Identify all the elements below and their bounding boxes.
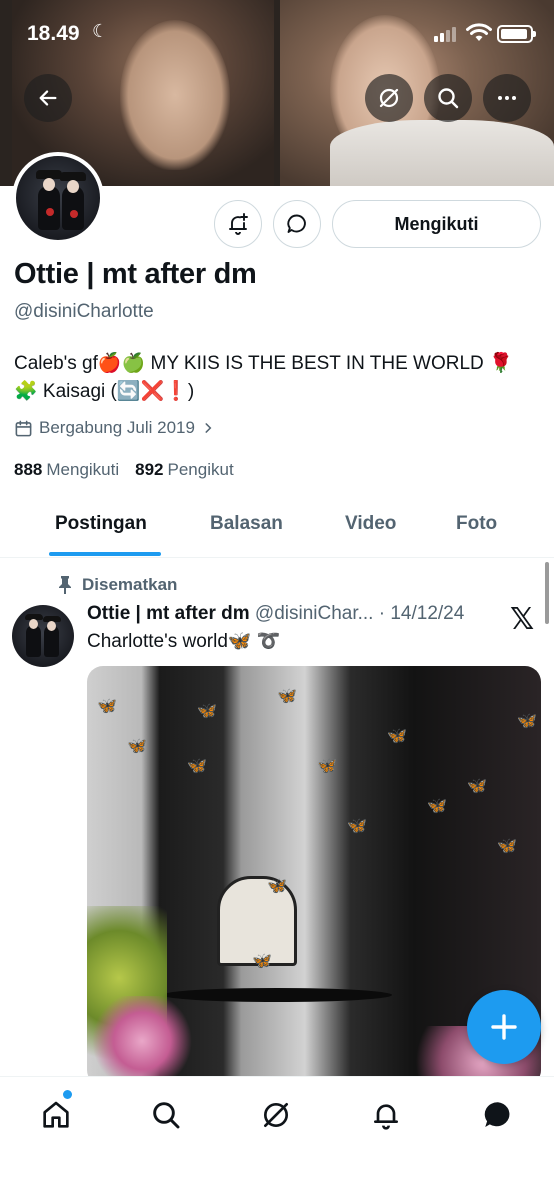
avatar-accent-right: [70, 210, 78, 218]
compose-button[interactable]: [467, 990, 541, 1064]
butterfly-icon: 🦋: [387, 728, 407, 745]
focus-moon-icon: ☾: [92, 21, 109, 41]
status-time: 18.49: [27, 22, 80, 45]
butterfly-icon: 🦋: [427, 798, 447, 815]
butterfly-icon: 🦋: [317, 758, 337, 775]
post-avatar-figure-left: [26, 625, 41, 657]
search-button[interactable]: [424, 74, 472, 122]
post-header: Ottie | mt after dm @disiniChar... · 14/…: [87, 603, 464, 625]
butterfly-icon: 🦋: [277, 688, 297, 705]
bottom-navigation: [0, 1076, 554, 1199]
post-text: Charlotte's world🦋 ➰: [87, 631, 281, 652]
battery-icon: [497, 25, 536, 43]
pin-icon: [59, 576, 71, 594]
profile-avatar[interactable]: [12, 152, 104, 244]
avatar-face-right: [67, 180, 79, 193]
avatar-face-left: [43, 178, 55, 191]
scrollbar[interactable]: [545, 562, 549, 624]
nav-grok[interactable]: [256, 1095, 296, 1135]
butterfly-icon: 🦋: [197, 703, 217, 720]
tab-photos[interactable]: Foto: [456, 513, 497, 535]
tab-posts[interactable]: Postingan: [55, 513, 147, 535]
bell-icon: [374, 1104, 398, 1130]
following-stat[interactable]: 888 Mengikuti: [14, 460, 119, 480]
butterfly-icon: 🦋: [517, 713, 537, 730]
calendar-icon: [15, 420, 32, 436]
grok-icon: [264, 1103, 288, 1127]
x-logo-icon[interactable]: 𝕏: [510, 602, 534, 637]
butterfly-icon: 🦋: [347, 818, 367, 835]
nav-home[interactable]: [36, 1095, 76, 1135]
profile-bio: Caleb's gf🍎🍏 MY KIIS IS THE BEST IN THE …: [14, 353, 513, 402]
butterfly-icon: 🦋: [97, 698, 117, 715]
chevron-right-icon: [205, 423, 212, 433]
post-author-avatar[interactable]: [12, 605, 74, 667]
avatar-accent-left: [46, 208, 54, 216]
post-separator: ·: [378, 603, 386, 624]
butterfly-icon: 🦋: [467, 778, 487, 795]
butterfly-icon: 🦋: [252, 953, 272, 970]
profile-name: Ottie | mt after dm: [14, 258, 257, 290]
nav-explore[interactable]: [146, 1095, 186, 1135]
grok-button[interactable]: [365, 74, 413, 122]
home-icon: [43, 1101, 69, 1128]
cellular-signal-icon: [434, 27, 456, 42]
plus-icon: [491, 1014, 517, 1040]
joined-date[interactable]: Bergabung Juli 2019: [14, 418, 215, 438]
following-button[interactable]: Mengikuti: [332, 200, 541, 248]
more-icon: [498, 96, 516, 100]
tab-video[interactable]: Video: [345, 513, 396, 535]
message-filled-icon: [484, 1102, 510, 1128]
message-icon: [287, 214, 306, 233]
more-button[interactable]: [483, 74, 531, 122]
message-button[interactable]: [273, 200, 321, 248]
followers-count: 892: [135, 460, 164, 479]
butterfly-icon: 🦋: [267, 878, 287, 895]
wifi-icon: [466, 23, 492, 41]
profile-handle: @disiniCharlotte: [14, 301, 154, 322]
followers-stat[interactable]: 892 Pengikut: [135, 460, 234, 480]
post-author-name[interactable]: Ottie | mt after dm: [87, 603, 250, 624]
notify-button[interactable]: [214, 200, 262, 248]
following-count: 888: [14, 460, 43, 479]
banner-shirt: [330, 120, 554, 186]
nav-notifications[interactable]: [366, 1095, 406, 1135]
joined-label: Bergabung Juli 2019: [39, 418, 195, 437]
following-label: Mengikuti: [46, 460, 120, 479]
profile-stats: 888 Mengikuti 892 Pengikut: [14, 460, 234, 480]
grok-icon: [379, 88, 399, 108]
butterfly-icon: 🦋: [127, 738, 147, 755]
tab-replies[interactable]: Balasan: [210, 513, 283, 535]
image-flowers-left: [87, 996, 197, 1086]
butterfly-icon: 🦋: [497, 838, 517, 855]
butterfly-icon: 🦋: [187, 758, 207, 775]
search-icon: [438, 88, 459, 109]
pinned-text: Disematkan: [82, 575, 178, 594]
home-notification-dot: [63, 1090, 72, 1099]
nav-messages[interactable]: [478, 1095, 518, 1135]
followers-label: Pengikut: [167, 460, 234, 479]
active-tab-indicator: [49, 552, 161, 556]
profile-tabs: Postingan Balasan Video Foto: [0, 500, 554, 558]
bell-plus-icon: [229, 213, 248, 235]
post-avatar-face-right: [47, 621, 56, 631]
post-date[interactable]: 14/12/24: [390, 603, 464, 624]
back-button[interactable]: [24, 74, 72, 122]
arrow-left-icon: [39, 90, 57, 106]
status-bar: 18.49 ☾: [0, 0, 554, 66]
post-avatar-face-left: [29, 619, 38, 629]
post-author-handle[interactable]: @disiniChar...: [255, 603, 374, 624]
search-icon: [153, 1102, 180, 1129]
pinned-label: Disematkan: [58, 575, 177, 595]
